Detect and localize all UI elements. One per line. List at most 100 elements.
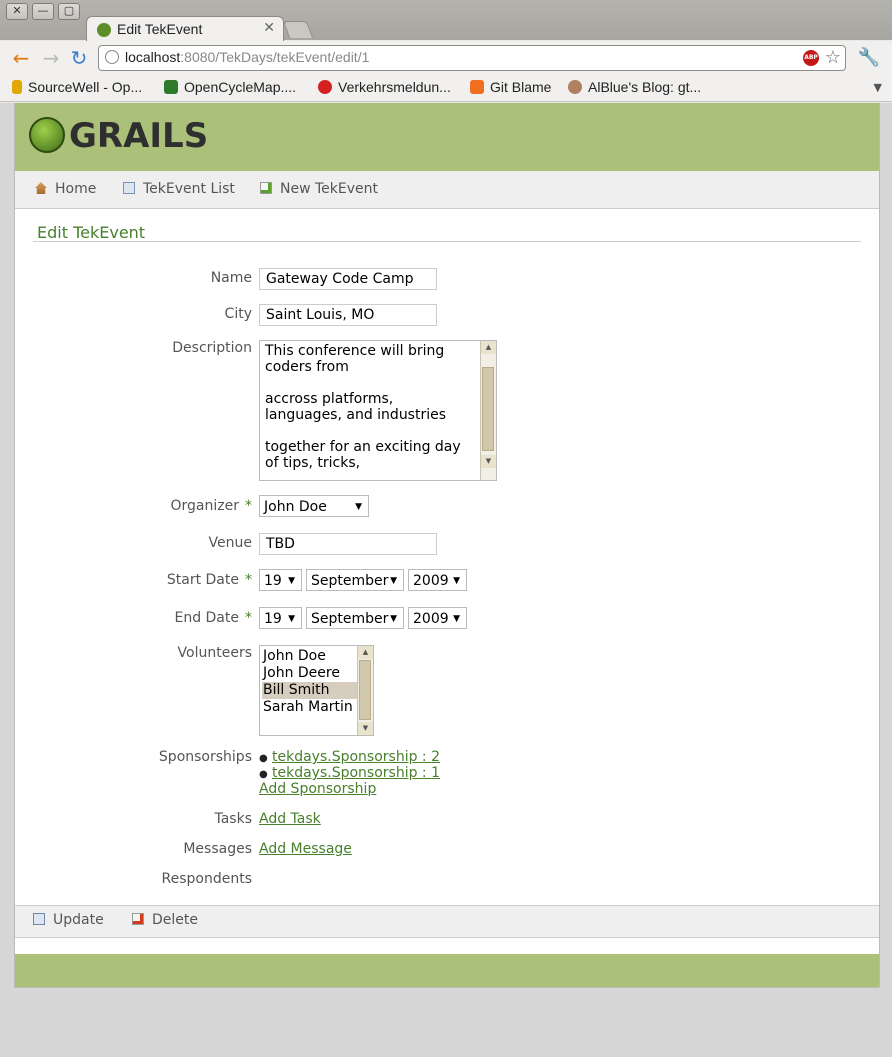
- start-year-select[interactable]: 2009 ▼: [408, 569, 467, 591]
- chevron-down-icon[interactable]: ▼: [874, 81, 882, 94]
- bookmark-item[interactable]: AlBlue's Blog: gt...: [568, 79, 701, 95]
- bookmarks-bar: SourceWell - Op... OpenCycleMap.... Verk…: [0, 75, 892, 102]
- bookmark-item[interactable]: Verkehrsmeldun...: [318, 79, 451, 95]
- browser-tab[interactable]: Edit TekEvent ✕: [86, 16, 284, 42]
- nav-home-link[interactable]: Home: [35, 181, 96, 197]
- sponsorship-link[interactable]: tekdays.Sponsorship : 1: [272, 765, 440, 781]
- site-header: GRAILS: [15, 103, 879, 171]
- volunteers-label: Volunteers: [177, 645, 252, 661]
- city-input[interactable]: Saint Louis, MO: [259, 304, 437, 326]
- add-task-link[interactable]: Add Task: [259, 811, 321, 827]
- tab-title: Edit TekEvent: [117, 21, 203, 37]
- start-day-select[interactable]: 19 ▼: [259, 569, 302, 591]
- add-message-link[interactable]: Add Message: [259, 841, 352, 857]
- logo-text: GRAILS: [69, 116, 209, 156]
- description-textarea[interactable]: This conference will bring coders from a…: [259, 340, 497, 481]
- name-label: Name: [210, 270, 252, 286]
- page-title: Edit TekEvent: [37, 223, 146, 242]
- browser-toolbar: ← → ↻ localhost:8080/TekDays/tekEvent/ed…: [0, 41, 892, 75]
- add-sponsorship-link[interactable]: Add Sponsorship: [259, 781, 376, 797]
- nav-list-link[interactable]: TekEvent List: [123, 181, 235, 197]
- sponsorship-link[interactable]: tekdays.Sponsorship : 2: [272, 749, 440, 765]
- close-window-button[interactable]: ✕: [6, 3, 28, 20]
- dropdown-caret-icon: ▼: [355, 502, 362, 512]
- tasks-label: Tasks: [214, 811, 252, 827]
- dropdown-caret-icon: ▼: [390, 614, 397, 624]
- bookmark-favicon-icon: [568, 80, 582, 94]
- volunteer-option[interactable]: John Doe: [262, 648, 357, 665]
- volunteer-option[interactable]: Sarah Martin: [262, 699, 357, 716]
- forward-arrow-icon[interactable]: →: [40, 47, 62, 69]
- grails-logo-icon: [29, 117, 65, 153]
- bookmark-item[interactable]: SourceWell - Op...: [12, 79, 142, 95]
- bookmark-star-icon[interactable]: ☆: [825, 47, 841, 68]
- end-date-label: End Date *: [174, 610, 252, 626]
- start-date-label: Start Date *: [166, 572, 252, 588]
- required-marker: *: [245, 572, 252, 588]
- address-bar[interactable]: localhost:8080/TekDays/tekEvent/edit/1 A…: [98, 45, 846, 71]
- maximize-window-button[interactable]: ▢: [58, 3, 80, 20]
- page-info-icon[interactable]: [105, 50, 119, 64]
- venue-input[interactable]: TBD: [259, 533, 437, 555]
- list-bullet: ●: [259, 769, 268, 780]
- organizer-select[interactable]: John Doe ▼: [259, 495, 369, 517]
- respondents-label: Respondents: [161, 871, 253, 887]
- end-day-select[interactable]: 19 ▼: [259, 607, 302, 629]
- tab-close-icon[interactable]: ✕: [263, 20, 275, 36]
- bookmark-favicon-icon: [12, 80, 22, 94]
- nav-create-link[interactable]: New TekEvent: [260, 181, 378, 197]
- volunteer-option-selected[interactable]: Bill Smith: [262, 682, 357, 699]
- title-bar: ✕ — ▢ Edit TekEvent ✕: [0, 0, 892, 42]
- volunteers-listbox[interactable]: John Doe John Deere Bill Smith Sarah Mar…: [259, 645, 374, 736]
- scroll-up-icon[interactable]: ▲: [481, 341, 496, 354]
- save-icon: [33, 913, 45, 925]
- page-viewport: GRAILS Home TekEvent List New TekEvent E…: [14, 103, 880, 988]
- house-icon: [35, 182, 47, 194]
- grails-favicon-icon: [97, 23, 111, 37]
- minimize-window-button[interactable]: —: [32, 3, 54, 20]
- end-month-select[interactable]: September ▼: [306, 607, 404, 629]
- end-year-select[interactable]: 2009 ▼: [408, 607, 467, 629]
- scroll-down-icon[interactable]: ▼: [358, 722, 373, 735]
- messages-label: Messages: [183, 841, 252, 857]
- scroll-thumb[interactable]: [359, 660, 371, 720]
- heading-divider: [33, 241, 861, 242]
- adblock-icon[interactable]: ABP: [803, 50, 819, 66]
- dropdown-caret-icon: ▼: [453, 614, 460, 624]
- back-arrow-icon[interactable]: ←: [10, 47, 32, 69]
- venue-label: Venue: [208, 535, 252, 551]
- city-label: City: [224, 306, 252, 322]
- description-text: This conference will bring coders from a…: [265, 343, 461, 471]
- required-marker: *: [245, 610, 252, 626]
- dropdown-caret-icon: ▼: [390, 576, 397, 586]
- volunteers-scrollbar[interactable]: ▲ ▼: [357, 646, 373, 735]
- nav-bar: Home TekEvent List New TekEvent: [15, 171, 879, 209]
- volunteer-option[interactable]: John Deere: [262, 665, 357, 682]
- name-input[interactable]: Gateway Code Camp: [259, 268, 437, 290]
- bookmark-item[interactable]: Git Blame: [470, 79, 551, 95]
- description-label: Description: [172, 340, 252, 356]
- start-month-select[interactable]: September ▼: [306, 569, 404, 591]
- organizer-label: Organizer *: [170, 498, 252, 514]
- list-bullet: ●: [259, 753, 268, 764]
- sponsorships-label: Sponsorships: [158, 749, 252, 765]
- wrench-menu-icon[interactable]: 🔧: [858, 47, 880, 68]
- bookmark-item[interactable]: OpenCycleMap....: [164, 79, 296, 95]
- delete-button[interactable]: Delete: [132, 912, 198, 928]
- reload-icon[interactable]: ↻: [68, 47, 90, 69]
- update-button[interactable]: Update: [33, 912, 104, 928]
- description-scrollbar[interactable]: ▲ ▼: [480, 341, 496, 480]
- delete-icon: [132, 913, 144, 925]
- list-icon: [123, 182, 135, 194]
- dropdown-caret-icon: ▼: [288, 614, 295, 624]
- dropdown-caret-icon: ▼: [288, 576, 295, 586]
- required-marker: *: [245, 498, 252, 514]
- bookmark-favicon-icon: [470, 80, 484, 94]
- scroll-thumb[interactable]: [482, 367, 494, 451]
- url-text[interactable]: localhost:8080/TekDays/tekEvent/edit/1: [125, 49, 369, 65]
- scroll-down-icon[interactable]: ▼: [481, 455, 496, 468]
- new-tab-button[interactable]: [282, 21, 314, 38]
- bookmark-favicon-icon: [164, 80, 178, 94]
- scroll-up-icon[interactable]: ▲: [358, 646, 373, 659]
- button-bar: Update Delete: [15, 905, 879, 938]
